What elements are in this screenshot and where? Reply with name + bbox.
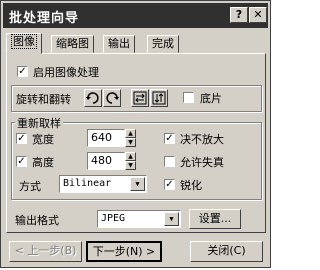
method-label: 方式 [19, 180, 41, 193]
close-button[interactable]: 关闭(C) [190, 241, 263, 262]
format-settings-button[interactable]: 设置... [189, 209, 241, 229]
method-select[interactable]: Bilinear ▼ [59, 175, 147, 193]
spin-up-icon[interactable]: ▲ [125, 129, 136, 138]
window-title: 批处理向导 [9, 11, 80, 26]
width-label: 宽度 [32, 133, 54, 146]
output-format-label: 输出格式 [15, 214, 59, 227]
negative-label: 底片 [200, 92, 222, 105]
rotate-label: 旋转和翻转 [16, 93, 71, 106]
sharpen-checkbox[interactable]: ✓ [164, 179, 175, 190]
chevron-down-icon[interactable]: ▼ [130, 177, 145, 191]
resample-group-label: 重新取样 [15, 115, 63, 131]
height-input[interactable]: 480 [87, 152, 125, 170]
height-spinner[interactable]: ▲ ▼ [125, 152, 136, 170]
spin-down-icon[interactable]: ▼ [125, 138, 136, 147]
back-button[interactable]: < 上一步(B) [9, 241, 82, 262]
tab-output[interactable]: 输出 [103, 35, 135, 53]
title-bar: 批处理向导 ? ✕ [3, 3, 268, 28]
height-label: 高度 [32, 156, 54, 169]
spin-down-icon[interactable]: ▼ [125, 161, 136, 170]
close-window-button[interactable]: ✕ [249, 7, 267, 23]
tab-thumbnail[interactable]: 缩略图 [51, 35, 94, 53]
help-button[interactable]: ? [230, 7, 248, 23]
chevron-down-icon[interactable]: ▼ [164, 212, 179, 226]
spin-up-icon[interactable]: ▲ [125, 152, 136, 161]
rotate-left-icon[interactable] [84, 89, 102, 107]
next-button[interactable]: 下一步(N) > [86, 241, 162, 262]
flip-horizontal-icon[interactable] [131, 89, 149, 107]
tab-image[interactable]: 图像 [6, 33, 42, 54]
sharpen-label: 锐化 [180, 179, 202, 192]
width-spinner[interactable]: ▲ ▼ [125, 129, 136, 147]
allow-distortion-checkbox[interactable] [164, 156, 175, 167]
negative-checkbox[interactable] [183, 92, 194, 103]
tab-panel: ✓ 启用图像处理 旋转和翻转 底片 重新取样 ✓ 宽度 640 ▲ ▼ ✓ 决不… [6, 53, 266, 233]
flip-vertical-icon[interactable] [150, 89, 168, 107]
no-enlarge-label: 决不放大 [180, 133, 224, 146]
height-checkbox[interactable]: ✓ [16, 156, 27, 167]
width-input[interactable]: 640 [87, 129, 125, 147]
output-format-select[interactable]: JPEG ▼ [97, 210, 181, 228]
no-enlarge-checkbox[interactable]: ✓ [164, 133, 175, 144]
enable-processing-checkbox[interactable]: ✓ [17, 66, 28, 77]
allow-distortion-label: 允许失真 [180, 156, 224, 169]
batch-wizard-dialog: 批处理向导 ? ✕ 图像 缩略图 输出 完成 ✓ 启用图像处理 旋转和翻转 底片… [0, 0, 271, 268]
width-checkbox[interactable]: ✓ [16, 133, 27, 144]
tab-finish[interactable]: 完成 [147, 35, 179, 53]
enable-processing-label: 启用图像处理 [33, 66, 99, 79]
rotate-right-icon[interactable] [103, 89, 121, 107]
